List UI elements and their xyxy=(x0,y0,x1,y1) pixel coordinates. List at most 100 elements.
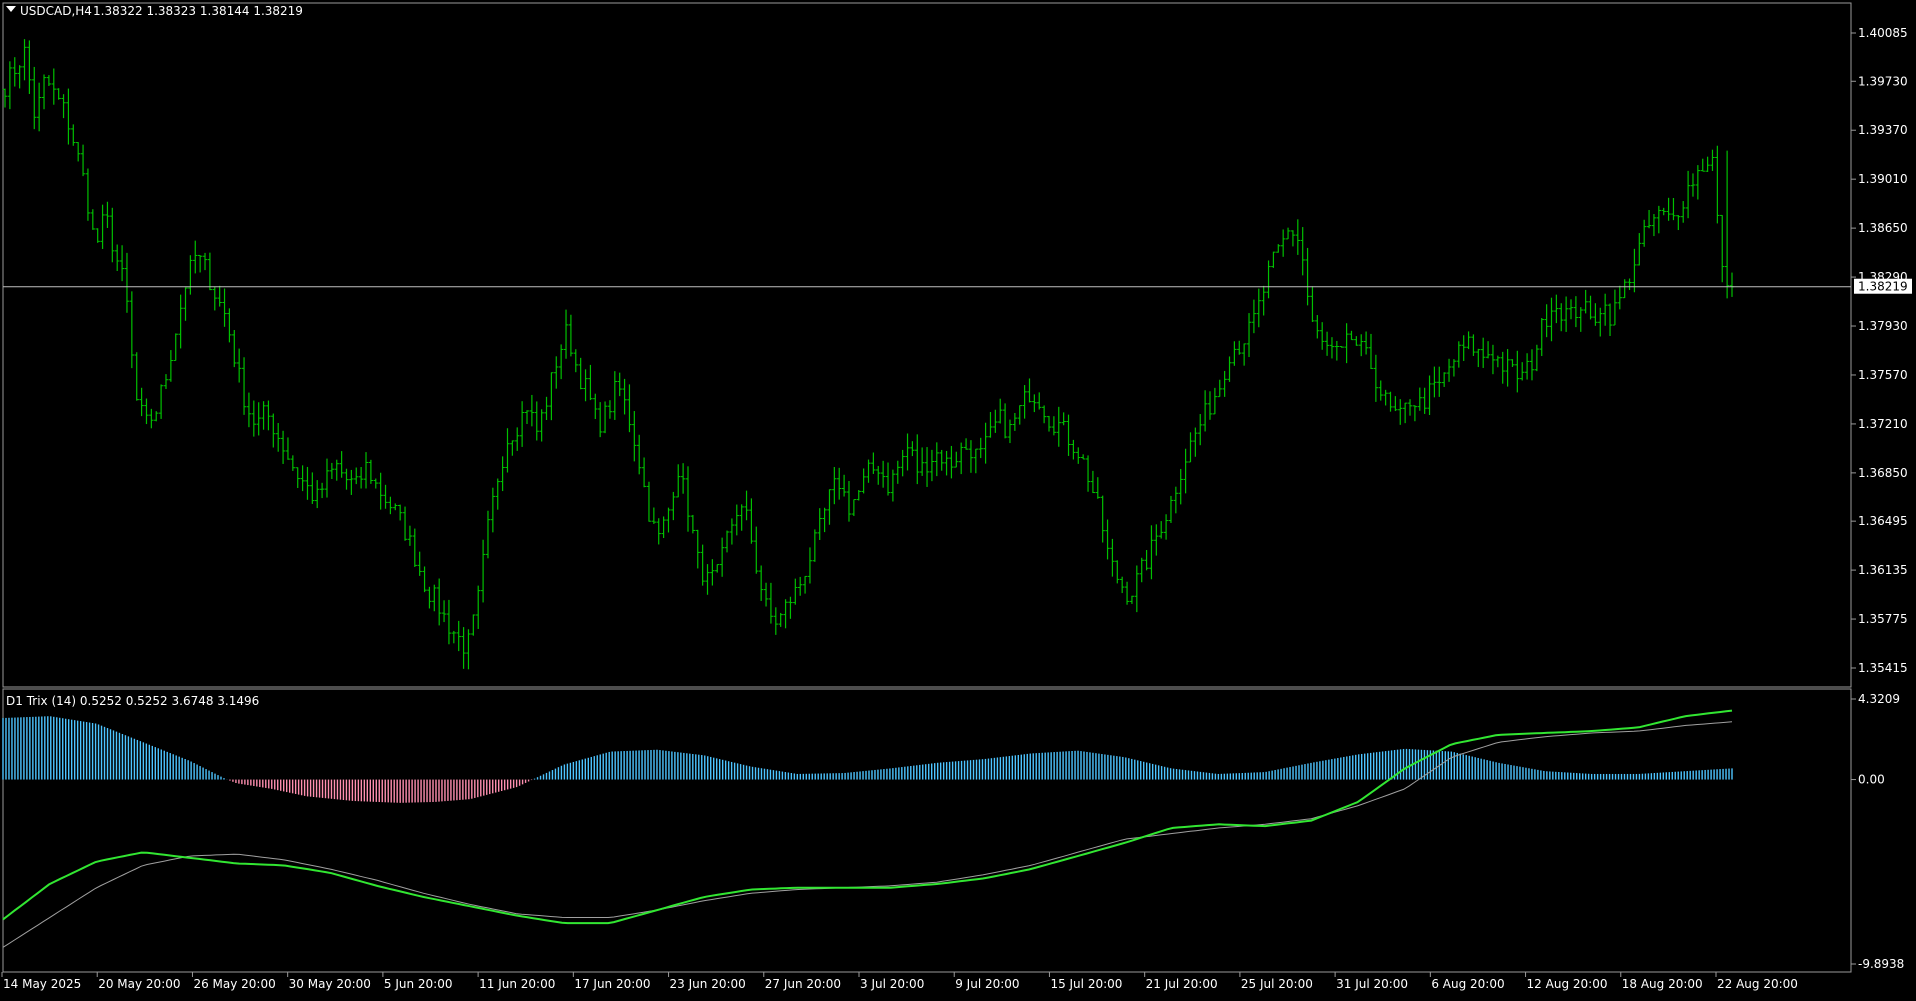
candle xyxy=(1549,297,1554,342)
candle xyxy=(919,447,925,476)
candle xyxy=(676,464,681,498)
candle xyxy=(80,144,86,177)
price-tick-label: 1.35775 xyxy=(1858,612,1908,626)
candle xyxy=(1544,304,1549,338)
candle xyxy=(529,394,535,427)
candle xyxy=(1559,303,1564,332)
candle xyxy=(978,437,983,459)
candle xyxy=(963,438,969,450)
candle xyxy=(349,469,354,495)
candle xyxy=(1539,317,1544,357)
candle xyxy=(944,450,949,476)
candle xyxy=(1646,209,1652,229)
candle xyxy=(393,503,398,511)
time-tick-label: 26 May 20:00 xyxy=(193,977,275,991)
candle xyxy=(1373,354,1379,402)
trix-line xyxy=(2,709,1733,925)
candle xyxy=(1480,337,1486,368)
candle xyxy=(1363,331,1369,355)
candle xyxy=(1354,336,1359,346)
candle xyxy=(1705,156,1710,173)
price-tick-label: 1.36495 xyxy=(1858,514,1908,528)
candle xyxy=(1188,432,1193,463)
indicator-tick-label: 4.3209 xyxy=(1858,692,1900,706)
candle xyxy=(22,39,27,81)
price-tick-label: 1.39010 xyxy=(1858,172,1908,186)
candle xyxy=(1105,519,1110,560)
candle xyxy=(1285,227,1291,240)
candle xyxy=(651,507,657,524)
candle xyxy=(612,371,618,420)
candle xyxy=(110,207,115,263)
price-axis: 1.40085 1.39730 1.39370 1.39010 1.38650 1.382… xyxy=(1851,26,1912,675)
candle xyxy=(1729,272,1735,297)
candle xyxy=(817,508,822,540)
candle xyxy=(319,482,325,499)
symbol-label: USDCAD,H4 xyxy=(20,4,92,18)
candle xyxy=(1510,359,1515,367)
candle xyxy=(1466,331,1471,350)
candle xyxy=(1578,307,1583,332)
candle xyxy=(417,551,422,576)
candle xyxy=(1441,372,1447,387)
candle xyxy=(139,387,144,417)
candle xyxy=(871,452,876,474)
chart-window: 1.40085 1.39730 1.39370 1.39010 1.38650 1.382… xyxy=(0,0,1916,996)
candle xyxy=(1344,323,1349,364)
main-panel-frame xyxy=(2,2,1852,688)
price-tick-label: 1.37210 xyxy=(1858,417,1908,431)
candle xyxy=(788,596,793,619)
candle xyxy=(632,411,637,462)
candle xyxy=(1554,294,1559,324)
candle xyxy=(32,66,37,130)
candle xyxy=(1280,229,1286,257)
candle xyxy=(558,344,564,380)
candle xyxy=(695,529,700,569)
candle xyxy=(1607,303,1613,336)
time-tick-label: 14 May 2025 xyxy=(3,977,81,991)
candle xyxy=(149,408,154,429)
candle xyxy=(739,504,744,531)
candle xyxy=(1310,286,1315,322)
candle xyxy=(1651,214,1657,237)
candle xyxy=(1071,439,1076,460)
candle xyxy=(1324,331,1330,356)
candle xyxy=(593,393,598,420)
time-tick-label: 22 Aug 20:00 xyxy=(1717,977,1798,991)
candle xyxy=(915,434,920,485)
candle xyxy=(124,252,130,313)
candle xyxy=(1349,330,1354,341)
candle xyxy=(563,309,569,359)
trix-lines xyxy=(2,709,1733,948)
candle xyxy=(710,559,715,586)
candle xyxy=(354,467,359,485)
chart-canvas: 1.40085 1.39730 1.39370 1.39010 1.38650 1.382… xyxy=(1,2,1912,991)
candle xyxy=(1520,362,1525,381)
candle xyxy=(266,400,271,431)
candle xyxy=(837,467,842,500)
candle xyxy=(154,411,159,422)
candle xyxy=(783,599,788,629)
candle xyxy=(958,442,964,475)
candle xyxy=(1300,227,1305,276)
candle xyxy=(1266,260,1271,299)
candle xyxy=(1261,285,1266,316)
candle xyxy=(1685,170,1691,219)
candle xyxy=(1178,468,1183,505)
candle xyxy=(7,61,13,110)
candle xyxy=(1066,414,1071,456)
candle xyxy=(1637,233,1642,266)
candle xyxy=(1524,353,1530,380)
candle xyxy=(397,504,403,521)
candle xyxy=(1446,358,1452,382)
candle xyxy=(1690,173,1696,197)
time-tick-label: 27 Jun 20:00 xyxy=(765,977,841,991)
candle xyxy=(1115,560,1120,584)
candle xyxy=(280,430,286,464)
price-tick-label: 1.37570 xyxy=(1858,368,1908,382)
candle xyxy=(1217,379,1222,398)
candle xyxy=(1500,351,1505,384)
price-tick-label: 1.40085 xyxy=(1858,26,1908,40)
candle xyxy=(310,472,315,504)
chart-menu-arrow-icon[interactable] xyxy=(6,6,16,12)
